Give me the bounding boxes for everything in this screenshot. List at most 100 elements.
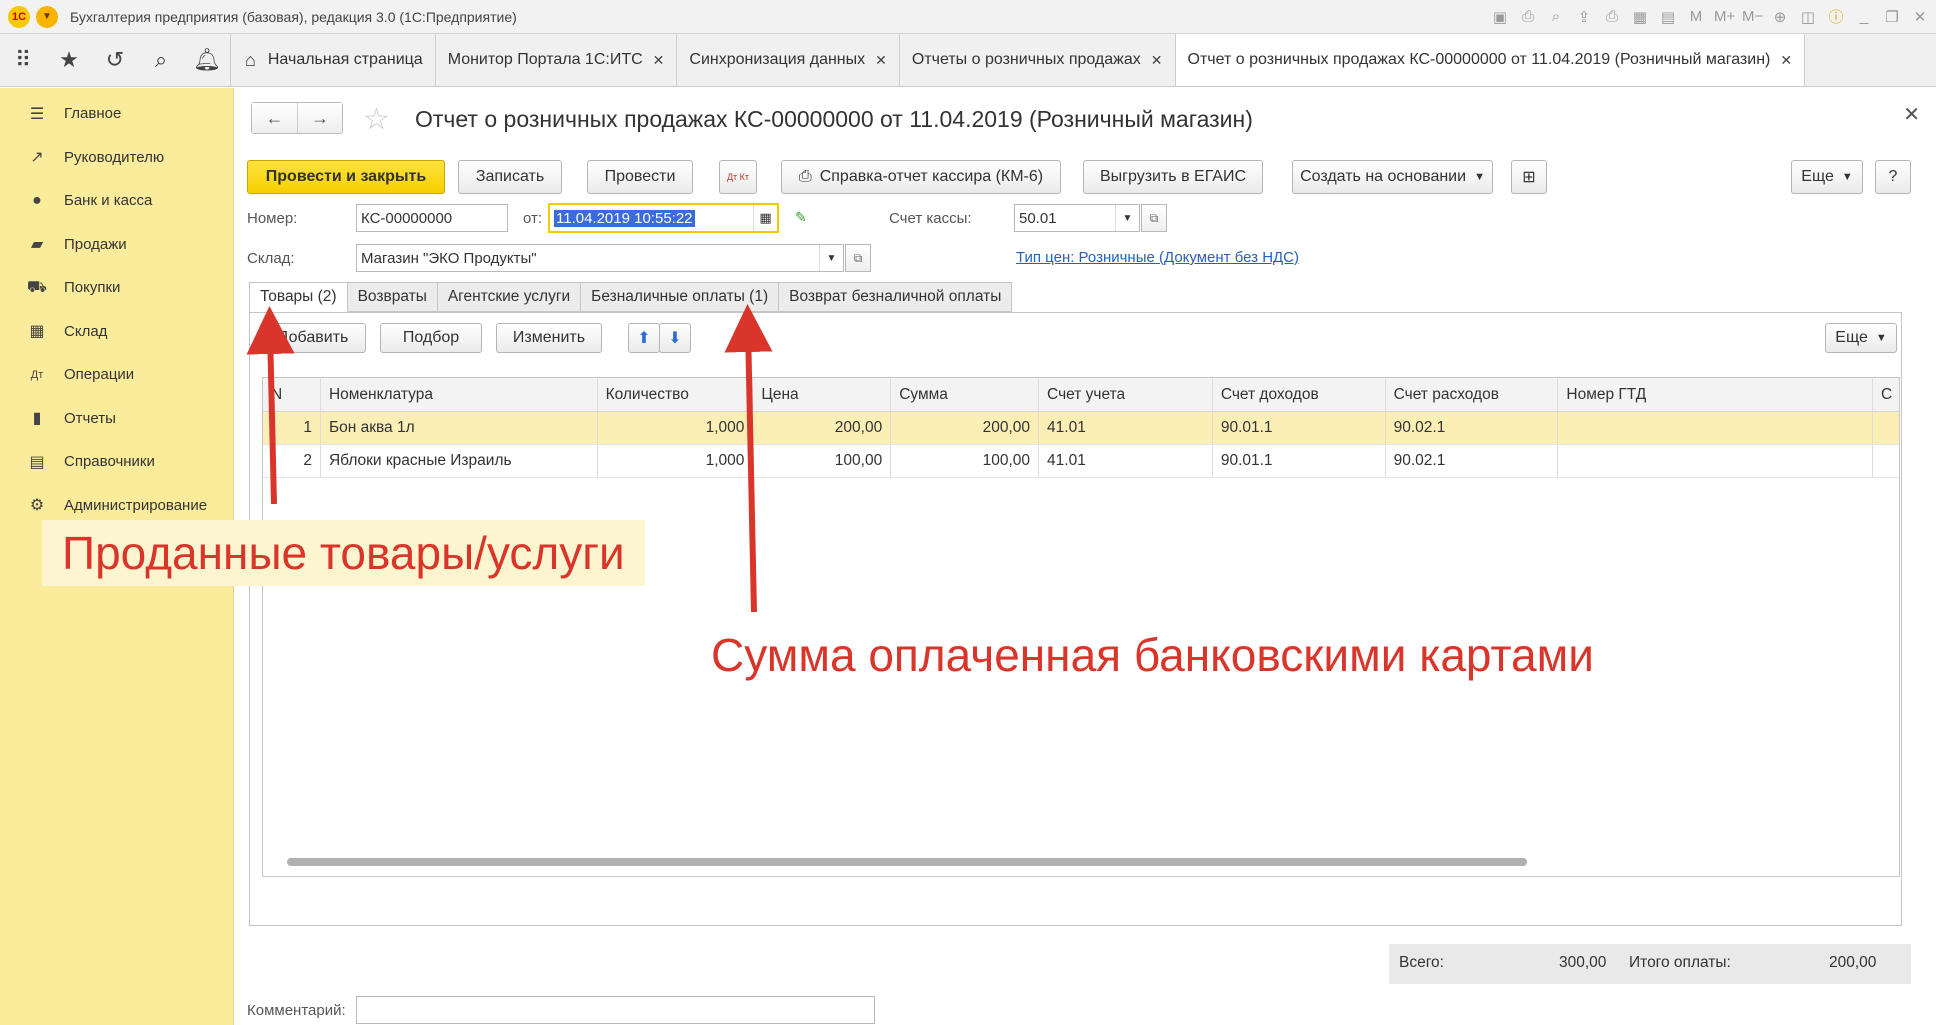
price-type-link[interactable]: Тип цен: Розничные (Документ без НДС) — [1016, 249, 1299, 266]
structure-icon[interactable]: ⊞ — [1511, 160, 1547, 194]
close-window-icon[interactable]: ✕ — [1910, 8, 1930, 26]
favorites-star-icon[interactable]: ★ — [46, 34, 92, 86]
tab-retail-report-doc[interactable]: Отчет о розничных продажах КС-00000000 о… — [1174, 34, 1806, 86]
tab-cashless-returns[interactable]: Возврат безналичной оплаты — [779, 282, 1013, 312]
panel-icon[interactable]: ◫ — [1798, 8, 1818, 26]
tab-sync[interactable]: Синхронизация данных ✕ — [676, 34, 898, 86]
chevron-down-icon[interactable]: ▼ — [819, 245, 843, 271]
create-based-on-button[interactable]: Создать на основании ▼ — [1292, 160, 1493, 194]
cell-item[interactable]: Яблоки красные Израиль — [321, 445, 598, 477]
tab-goods[interactable]: Товары (2) — [249, 282, 348, 312]
minimize-icon[interactable]: _ — [1854, 8, 1874, 25]
table-row[interactable]: 1 Бон аква 1л 1,000 200,00 200,00 41.01 … — [263, 412, 1899, 445]
move-down-icon[interactable]: ⬇ — [659, 323, 691, 353]
main-menu-button[interactable]: ▼ — [36, 5, 58, 28]
col-header-account[interactable]: Счет учета — [1039, 378, 1213, 411]
sidebar-item-purchases[interactable]: ⛟ Покупки — [0, 266, 233, 310]
calendar-icon[interactable]: ▦ — [753, 205, 777, 231]
print-icon[interactable]: ⎙ — [1518, 8, 1538, 25]
apps-grid-icon[interactable]: ⠿ — [0, 34, 46, 86]
comment-field[interactable] — [356, 996, 875, 1024]
cell-gtd[interactable] — [1558, 412, 1873, 444]
warehouse-field[interactable]: Магазин "ЭКО Продукты" ▼ — [356, 244, 844, 272]
close-form-icon[interactable]: ✕ — [1903, 102, 1920, 127]
sidebar-item-warehouse[interactable]: ▦ Склад — [0, 310, 233, 354]
save-button[interactable]: Записать — [458, 160, 562, 194]
egais-export-button[interactable]: Выгрузить в ЕГАИС — [1083, 160, 1263, 194]
print2-icon[interactable]: ⎙ — [1602, 8, 1622, 25]
memory-mminus-icon[interactable]: M− — [1742, 8, 1763, 25]
col-header-country[interactable]: С — [1873, 378, 1899, 411]
cell-gtd[interactable] — [1558, 445, 1873, 477]
cell-qty[interactable]: 1,000 — [598, 445, 754, 477]
preview-icon[interactable]: ⌕ — [1546, 8, 1566, 25]
cell-country[interactable] — [1873, 412, 1899, 444]
dt-kt-button[interactable]: Дт Кт — [719, 160, 757, 194]
sidebar-item-sales[interactable]: ▰ Продажи — [0, 223, 233, 267]
tab-retail-reports[interactable]: Отчеты о розничных продажах ✕ — [898, 34, 1175, 86]
sidebar-item-references[interactable]: ▤ Справочники — [0, 440, 233, 484]
cell-sum[interactable]: 200,00 — [891, 412, 1040, 444]
date-field[interactable]: 11.04.2019 10:55:22 ▦ — [548, 203, 779, 233]
cell-country[interactable] — [1873, 445, 1899, 477]
sidebar-item-operations[interactable]: Дт Операции — [0, 353, 233, 397]
tab-returns[interactable]: Возвраты — [347, 282, 438, 312]
number-field[interactable]: КС-00000000 — [356, 204, 508, 232]
cell-expense[interactable]: 90.02.1 — [1386, 412, 1559, 444]
table-row[interactable]: 2 Яблоки красные Израиль 1,000 100,00 10… — [263, 445, 1899, 478]
tab-cashless-payments[interactable]: Безналичные оплаты (1) — [581, 282, 780, 312]
sidebar-item-bank[interactable]: ● Банк и касса — [0, 179, 233, 223]
change-button[interactable]: Изменить — [496, 323, 602, 353]
restore-icon[interactable]: ❐ — [1882, 8, 1902, 26]
search-icon[interactable]: ⌕ — [138, 34, 184, 86]
back-arrow-icon[interactable]: ← — [252, 103, 297, 133]
more-button[interactable]: Еще ▼ — [1791, 160, 1863, 194]
tab-portal-monitor[interactable]: Монитор Портала 1С:ИТС ✕ — [434, 34, 677, 86]
calendar-icon[interactable]: ▤ — [1658, 8, 1678, 26]
post-and-close-button[interactable]: Провести и закрыть — [247, 160, 445, 194]
col-header-n[interactable]: N — [263, 378, 321, 411]
col-header-gtd[interactable]: Номер ГТД — [1558, 378, 1873, 411]
cell-qty[interactable]: 1,000 — [598, 412, 754, 444]
sidebar-item-manager[interactable]: ↗ Руководителю — [0, 136, 233, 180]
tab-agent-services[interactable]: Агентские услуги — [437, 282, 582, 312]
cell-account[interactable]: 41.01 — [1039, 412, 1213, 444]
history-icon[interactable]: ↺ — [92, 34, 138, 86]
col-header-item[interactable]: Номенклатура — [321, 378, 598, 411]
help-button[interactable]: ? — [1875, 160, 1911, 194]
close-tab-icon[interactable]: ✕ — [875, 52, 887, 69]
col-header-sum[interactable]: Сумма — [891, 378, 1040, 411]
add-row-button[interactable]: Добавить — [260, 323, 366, 353]
open-icon[interactable]: ⧉ — [1141, 204, 1167, 232]
open-icon[interactable]: ⧉ — [845, 244, 871, 272]
cell-account[interactable]: 41.01 — [1039, 445, 1213, 477]
select-button[interactable]: Подбор — [380, 323, 482, 353]
sidebar-item-main[interactable]: ☰ Главное — [0, 92, 233, 136]
post-button[interactable]: Провести — [587, 160, 693, 194]
move-up-icon[interactable]: ⬆ — [628, 323, 660, 353]
memory-mplus-icon[interactable]: M+ — [1714, 8, 1735, 25]
calculator-icon[interactable]: ▦ — [1630, 8, 1650, 26]
cell-income[interactable]: 90.01.1 — [1213, 412, 1386, 444]
col-header-price[interactable]: Цена — [753, 378, 892, 411]
close-tab-icon[interactable]: ✕ — [1780, 52, 1792, 69]
cell-income[interactable]: 90.01.1 — [1213, 445, 1386, 477]
memory-m-icon[interactable]: M — [1686, 8, 1706, 25]
zoom-icon[interactable]: ⊕ — [1770, 8, 1790, 26]
table-more-button[interactable]: Еще ▼ — [1825, 323, 1897, 353]
upload-icon[interactable]: ⇪ — [1574, 8, 1594, 26]
close-tab-icon[interactable]: ✕ — [653, 52, 665, 69]
tab-home[interactable]: ⌂ Начальная страница — [230, 34, 435, 86]
chevron-down-icon[interactable]: ▼ — [1115, 205, 1139, 231]
cash-account-field[interactable]: 50.01 ▼ — [1014, 204, 1140, 232]
close-tab-icon[interactable]: ✕ — [1151, 52, 1163, 69]
horizontal-scrollbar[interactable] — [287, 858, 1527, 866]
cell-item[interactable]: Бон аква 1л — [321, 412, 598, 444]
info-icon[interactable]: ⓘ — [1826, 6, 1846, 27]
notifications-bell-icon[interactable]: 🔔︎ — [184, 34, 230, 86]
cell-price[interactable]: 200,00 — [753, 412, 892, 444]
forward-arrow-icon[interactable]: → — [297, 103, 342, 133]
favorite-star-icon[interactable]: ☆ — [363, 102, 390, 137]
save-icon[interactable]: ▣ — [1490, 8, 1510, 26]
col-header-expense[interactable]: Счет расходов — [1386, 378, 1559, 411]
